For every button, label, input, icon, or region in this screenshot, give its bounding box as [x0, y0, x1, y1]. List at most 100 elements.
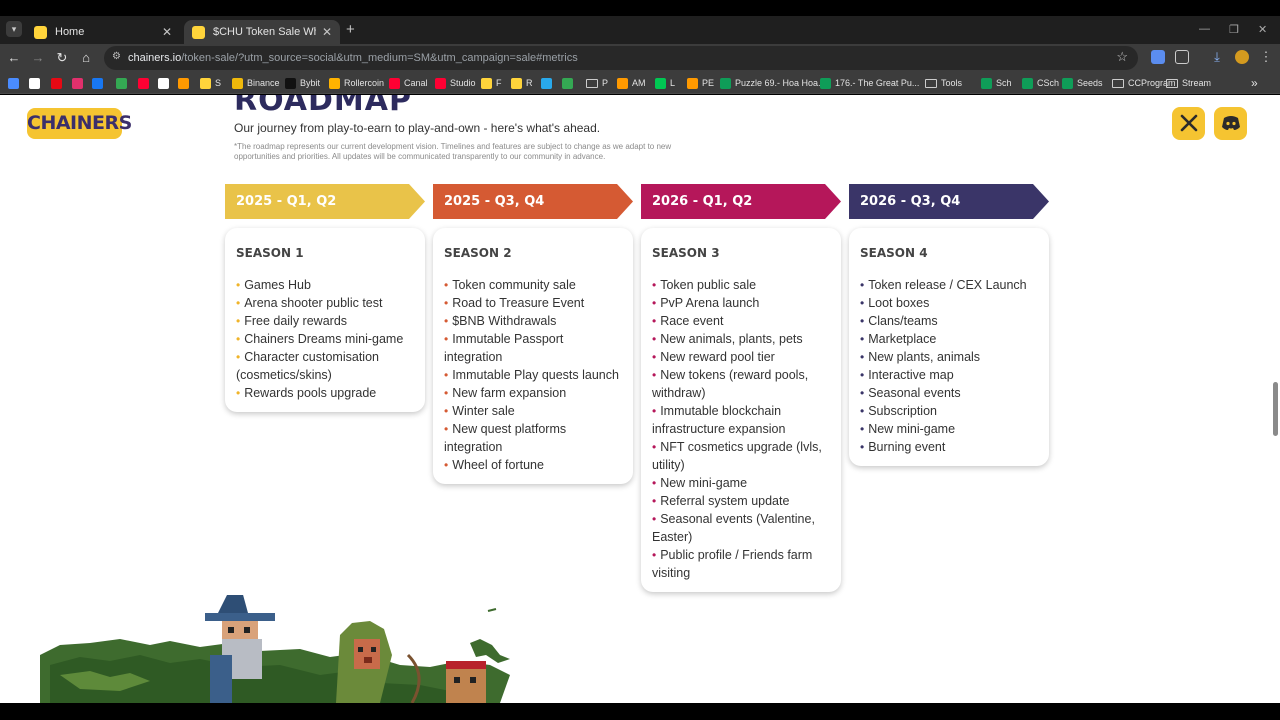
folder-icon: [586, 78, 598, 88]
bookmark-item[interactable]: [541, 76, 556, 90]
bookmark-item[interactable]: 176.- The Great Pu...: [820, 76, 919, 90]
top-black-bar: [0, 0, 1280, 16]
close-icon[interactable]: ✕: [322, 25, 332, 39]
list-item-text: Arena shooter public test: [244, 296, 383, 310]
bookmark-favicon-icon: [92, 77, 103, 89]
bullet-icon: •: [860, 440, 865, 454]
list-item: • Road to Treasure Event: [444, 294, 622, 312]
bookmark-favicon-icon: [541, 77, 552, 89]
tab-home[interactable]: Home ✕: [26, 20, 180, 44]
list-item-text: Immutable Play quests launch: [452, 368, 619, 382]
season-title: SEASON 3: [652, 246, 720, 260]
bullet-icon: •: [652, 440, 657, 454]
season-items-list: • Token public sale • PvP Arena launch • Race…: [652, 276, 830, 582]
tab-search-button[interactable]: ▾: [6, 21, 22, 37]
tab-token-sale[interactable]: $CHU Token Sale Whitelist | Ch ✕: [184, 20, 340, 44]
bookmark-item[interactable]: [178, 76, 193, 90]
chainers-logo[interactable]: CHAINERS: [27, 108, 132, 139]
address-bar[interactable]: ⚙ chainers.io/token-sale/?utm_source=soc…: [104, 46, 1138, 70]
phase-banner: 2025 - Q1, Q2: [225, 184, 425, 219]
new-tab-icon[interactable]: +: [346, 21, 355, 38]
more-bookmarks-icon[interactable]: »: [1251, 76, 1258, 90]
bookmark-label: AM: [632, 78, 646, 88]
bookmark-item[interactable]: Stream: [1166, 76, 1211, 90]
bookmark-item[interactable]: [72, 76, 87, 90]
bookmark-item[interactable]: PE: [687, 76, 714, 90]
bookmark-item[interactable]: AM: [617, 76, 646, 90]
bookmark-favicon-icon: [687, 77, 698, 89]
download-icon[interactable]: ⤓: [1210, 50, 1224, 64]
home-icon[interactable]: ⌂: [76, 48, 96, 68]
bookmark-item[interactable]: [116, 76, 131, 90]
bookmark-label: Tools: [941, 78, 963, 88]
bookmark-item[interactable]: [138, 76, 153, 90]
bullet-icon: •: [444, 296, 449, 310]
discord-icon[interactable]: [1214, 107, 1247, 140]
bookmark-item[interactable]: S: [200, 76, 221, 90]
menu-icon[interactable]: ⋮: [1259, 50, 1273, 64]
site-info-icon[interactable]: ⚙: [112, 51, 124, 63]
bookmark-item[interactable]: [51, 76, 66, 90]
chainers-favicon-icon: [192, 25, 205, 39]
bullet-icon: •: [236, 350, 241, 364]
bookmark-item[interactable]: [29, 76, 44, 90]
bookmark-item[interactable]: Bybit: [285, 76, 320, 90]
bookmark-item[interactable]: [562, 76, 577, 90]
x-icon[interactable]: [1172, 107, 1205, 140]
list-item-text: New mini-game: [660, 476, 748, 490]
back-arrow-icon[interactable]: ←: [4, 48, 24, 68]
bookmark-item[interactable]: [158, 76, 173, 90]
bookmark-label: F: [496, 78, 502, 88]
bookmark-item[interactable]: Binance: [232, 76, 280, 90]
extensions-icon[interactable]: [1175, 50, 1189, 64]
bookmark-item[interactable]: R: [511, 76, 533, 90]
list-item-text: Race event: [660, 314, 724, 328]
bullet-icon: •: [444, 404, 449, 418]
window-close-icon[interactable]: ✕: [1258, 23, 1267, 36]
bookmark-item[interactable]: Rollercoin: [329, 76, 384, 90]
bookmark-star-icon[interactable]: ☆: [1116, 49, 1128, 65]
reload-icon[interactable]: ↻: [52, 48, 72, 68]
bookmark-item[interactable]: Sch: [981, 76, 1012, 90]
bookmark-item[interactable]: Canal: [389, 76, 428, 90]
list-item: • Character customisation (cosmetics/skin…: [236, 348, 414, 384]
profile-avatar[interactable]: [1235, 50, 1249, 64]
page-scrollbar[interactable]: [1273, 382, 1278, 436]
bookmark-item[interactable]: Puzzle 69.- Hoa Hoa...: [720, 76, 826, 90]
bookmark-item[interactable]: Tools: [925, 76, 962, 90]
list-item: • Winter sale: [444, 402, 622, 420]
phase-banner: 2025 - Q3, Q4: [433, 184, 633, 219]
list-item: • Chainers Dreams mini-game: [236, 330, 414, 348]
bookmark-favicon-icon: [820, 77, 831, 89]
list-item: • Referral system update: [652, 492, 830, 510]
bookmark-item[interactable]: P: [586, 76, 608, 90]
bitwarden-extension-icon[interactable]: [1151, 50, 1165, 64]
list-item-text: Burning event: [868, 440, 946, 454]
maximize-icon[interactable]: ❐: [1229, 23, 1239, 36]
bullet-icon: •: [860, 404, 865, 418]
bookmark-label: R: [526, 78, 533, 88]
forward-arrow-icon[interactable]: →: [28, 48, 48, 68]
list-item-text: PvP Arena launch: [660, 296, 760, 310]
list-item-text: Subscription: [868, 404, 937, 418]
list-item: • Arena shooter public test: [236, 294, 414, 312]
bookmark-item[interactable]: Studio: [435, 76, 476, 90]
season-items-list: • Games Hub • Arena shooter public test • Fre…: [236, 276, 414, 402]
bookmark-item[interactable]: Seeds: [1062, 76, 1103, 90]
close-icon[interactable]: ✕: [162, 25, 172, 39]
list-item: • PvP Arena launch: [652, 294, 830, 312]
bookmark-item[interactable]: CSch: [1022, 76, 1059, 90]
bullet-icon: •: [444, 332, 449, 346]
list-item: • Seasonal events: [860, 384, 1038, 402]
bookmark-item[interactable]: [8, 76, 23, 90]
bullet-icon: •: [652, 314, 657, 328]
bookmark-label: P: [602, 78, 609, 88]
bookmark-item[interactable]: [92, 76, 107, 90]
list-item: • Wheel of fortune: [444, 456, 622, 474]
list-item: • New mini-game: [652, 474, 830, 492]
minimize-icon[interactable]: —: [1199, 23, 1210, 35]
bookmark-item[interactable]: F: [481, 76, 502, 90]
bookmark-item[interactable]: L: [655, 76, 675, 90]
list-item-text: Games Hub: [244, 278, 311, 292]
bullet-icon: •: [236, 386, 241, 400]
